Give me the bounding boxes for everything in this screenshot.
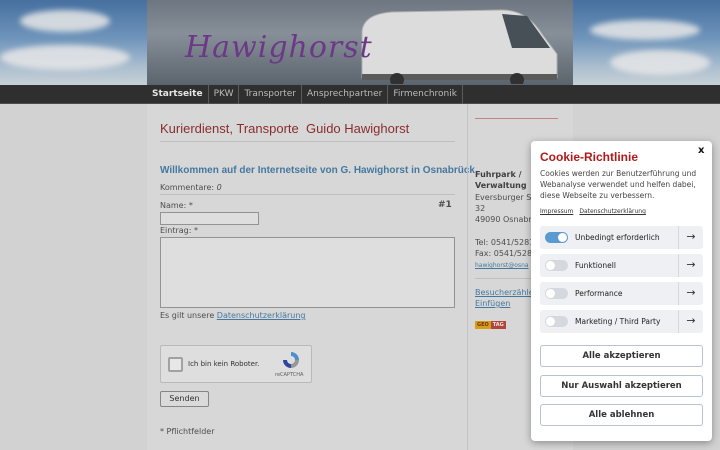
reject-all-button[interactable]: Alle ablehnen	[540, 404, 703, 426]
arrow-right-icon[interactable]: →	[678, 226, 703, 249]
impressum-link[interactable]: Impressum	[540, 208, 573, 215]
category-label: Performance	[575, 289, 623, 298]
category-row-functional[interactable]: Funktionell →	[540, 254, 703, 277]
arrow-right-icon[interactable]: →	[678, 310, 703, 333]
category-row-marketing[interactable]: Marketing / Third Party →	[540, 310, 703, 333]
category-label: Funktionell	[575, 261, 616, 270]
toggle-necessary[interactable]	[545, 232, 568, 243]
category-row-necessary[interactable]: Unbedingt erforderlich →	[540, 226, 703, 249]
toggle-marketing[interactable]	[545, 316, 568, 327]
arrow-right-icon[interactable]: →	[678, 282, 703, 305]
toggle-performance[interactable]	[545, 288, 568, 299]
toggle-knob	[558, 233, 567, 242]
cookie-description: Cookies werden zur Benutzerführung und W…	[540, 169, 697, 200]
accept-all-button[interactable]: Alle akzeptieren	[540, 345, 703, 367]
category-label: Unbedingt erforderlich	[575, 233, 660, 242]
cookie-dialog: Cookie-Richtlinie x Cookies werden zur B…	[531, 141, 712, 441]
toggle-functional[interactable]	[545, 260, 568, 271]
category-row-performance[interactable]: Performance →	[540, 282, 703, 305]
accept-selection-button[interactable]: Nur Auswahl akzeptieren	[540, 375, 703, 397]
arrow-right-icon[interactable]: →	[678, 254, 703, 277]
toggle-knob	[546, 261, 555, 270]
cookie-privacy-link[interactable]: Datenschutzerklärung	[579, 208, 646, 215]
toggle-knob	[546, 317, 555, 326]
close-icon[interactable]: x	[698, 145, 704, 156]
category-label: Marketing / Third Party	[575, 317, 661, 326]
toggle-knob	[546, 289, 555, 298]
cookie-links: Impressum Datenschutzerklärung	[540, 208, 652, 215]
cookie-title: Cookie-Richtlinie	[540, 150, 639, 164]
